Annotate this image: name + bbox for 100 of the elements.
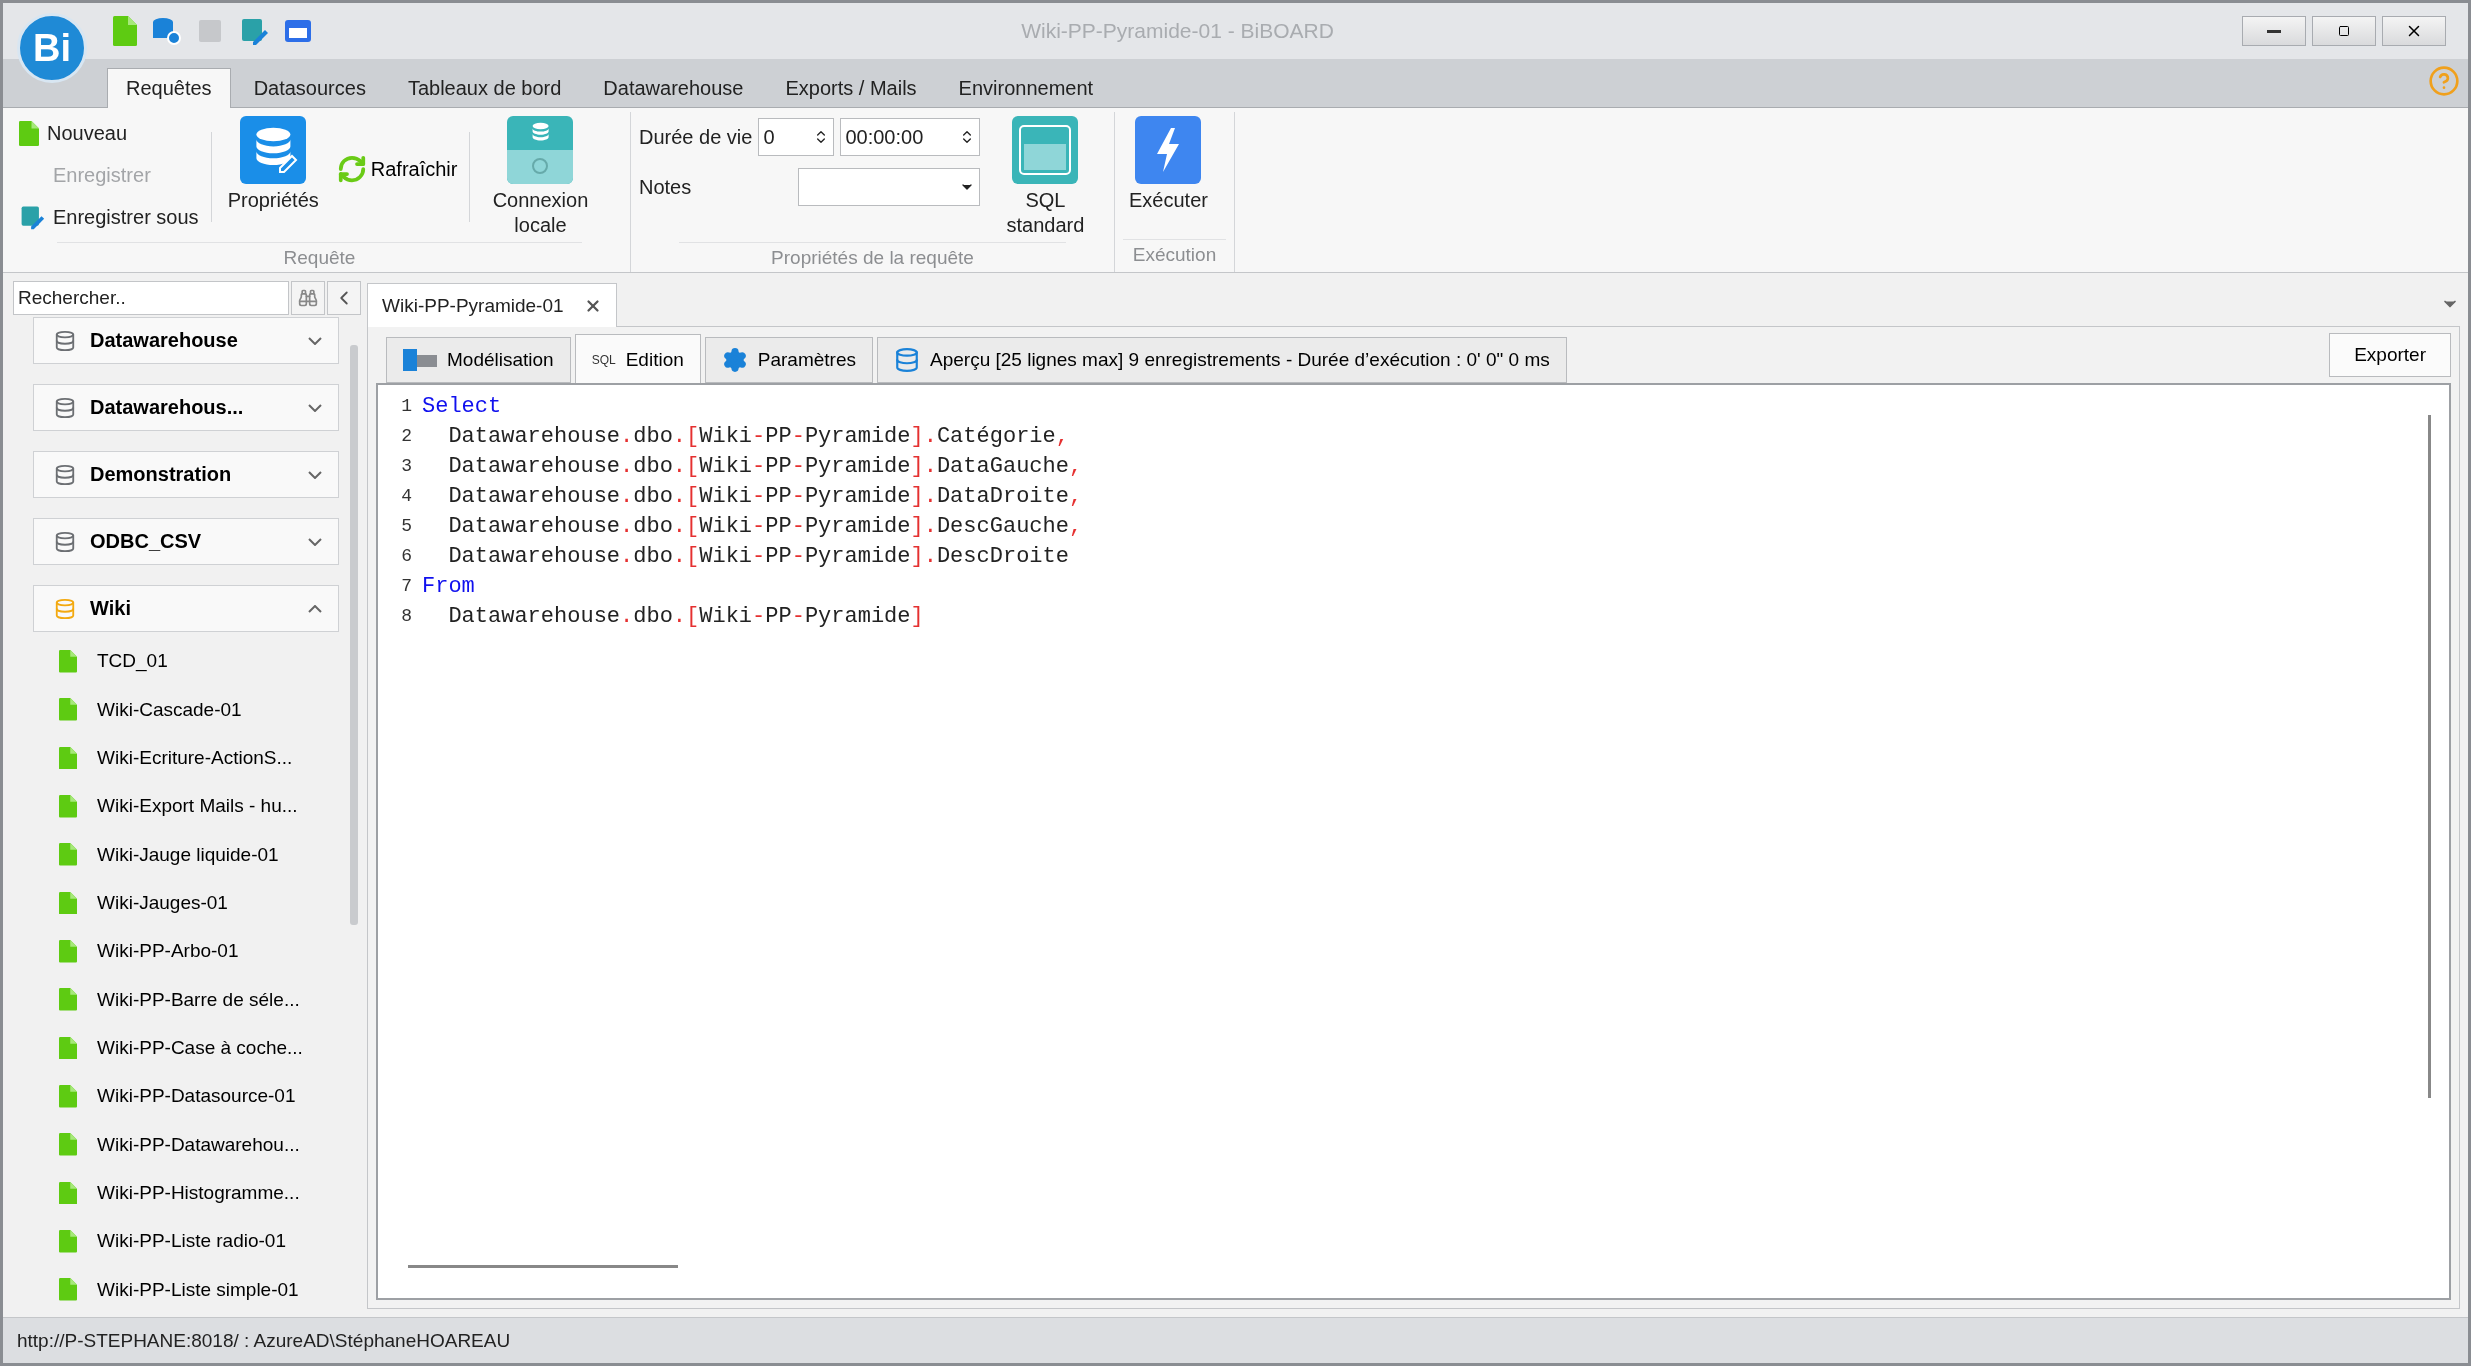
query-item[interactable]: Wiki-PP-Case à coche... <box>33 1028 339 1068</box>
time-spinner[interactable]: 00:00:00 <box>840 118 981 156</box>
group-label: Exécution <box>1123 239 1226 272</box>
code-line: Datawarehouse.dbo.[Wiki-PP-Pyramide].DataGauche, <box>447 453 1083 479</box>
query-item[interactable]: Wiki-Export Mails - hu... <box>33 787 339 826</box>
query-item[interactable]: Wiki-Jauges-01 <box>33 883 339 923</box>
database-icon <box>54 597 76 620</box>
query-item[interactable]: Wiki-PP-Datawarehou... <box>33 1125 339 1164</box>
datasource-group[interactable]: Datawarehouse <box>33 317 339 364</box>
ribbon-tab[interactable]: Environnement <box>939 68 1113 108</box>
ribbon-tab[interactable]: Datasources <box>234 68 385 108</box>
code-line: Datawarehouse.dbo.[Wiki-PP-Pyramide].DescDroite <box>447 543 1069 569</box>
line-number: 8 <box>400 606 413 626</box>
datasource-group[interactable]: ODBC_CSV <box>33 518 339 566</box>
database-add-icon <box>151 16 181 46</box>
connection-button[interactable]: Connexion locale <box>480 112 601 242</box>
line-number: 4 <box>400 486 413 506</box>
server-icon <box>507 116 574 184</box>
scrollbar[interactable] <box>408 1265 678 1268</box>
document-icon <box>59 1085 77 1108</box>
group-label: Propriétés de la requête <box>679 242 1066 275</box>
code-line: Datawarehouse.dbo.[Wiki-PP-Pyramide].Catégorie, <box>447 423 1069 449</box>
lifetime-spinner[interactable]: 0 <box>758 118 835 156</box>
close-button[interactable] <box>2382 16 2446 46</box>
document-icon <box>59 698 77 721</box>
sql-standard-button[interactable]: SQL standard <box>990 112 1101 242</box>
status-text: http://P-STEPHANE:8018/ : AzureAD\StéphaneHOAREAU <box>17 1329 511 1352</box>
scrollbar[interactable] <box>350 345 358 925</box>
ribbon-tab[interactable]: Datawarehouse <box>584 68 763 108</box>
chevron-down-icon <box>308 537 322 546</box>
save-as-icon <box>239 16 269 46</box>
document-icon <box>59 940 77 963</box>
code-line: Datawarehouse.dbo.[Wiki-PP-Pyramide].DataDroite, <box>447 483 1083 509</box>
minimize-icon <box>2267 29 2281 33</box>
code-line: Select <box>422 393 502 419</box>
chevron-down-icon <box>308 336 322 345</box>
line-number: 6 <box>400 546 413 566</box>
datasource-group[interactable]: Demonstration <box>33 451 339 499</box>
line-number: 2 <box>400 426 413 446</box>
scrollbar[interactable] <box>2428 415 2431 1098</box>
execute-button[interactable]: Exécuter <box>1123 112 1214 217</box>
view-tab[interactable]: Modélisation <box>386 337 571 383</box>
database-edit-icon <box>240 116 307 184</box>
query-item[interactable]: Wiki-Cascade-01 <box>33 690 339 729</box>
view-tab[interactable]: Aperçu [25 lignes max] 9 enregistrements - Durée d’exécution : 0' 0" 0 ms <box>877 337 1567 383</box>
view-tab[interactable]: Paramètres <box>704 337 873 383</box>
document-icon <box>59 1230 77 1253</box>
minimize-button[interactable] <box>2242 16 2306 46</box>
query-item[interactable]: Wiki-Ecriture-ActionS... <box>33 738 339 778</box>
chevron-down-icon <box>308 403 322 412</box>
ribbon-button[interactable]: Nouveau <box>17 114 201 152</box>
document-icon <box>59 795 77 818</box>
database-icon <box>54 463 76 486</box>
query-item[interactable]: Wiki-PP-Histogramme... <box>33 1173 339 1213</box>
query-item[interactable]: Wiki-PP-Datasource-01 <box>33 1077 339 1116</box>
maximize-button[interactable] <box>2312 16 2376 46</box>
app-logo[interactable]: Bi <box>17 13 87 83</box>
refresh-icon <box>336 154 367 184</box>
ribbon-tab[interactable]: Exports / Mails <box>766 68 936 108</box>
lightning-icon <box>1135 116 1202 184</box>
ribbon-button[interactable]: Enregistrer sous <box>17 198 201 236</box>
ribbon-tab[interactable]: Requêtes <box>107 68 231 108</box>
code-line: Datawarehouse.dbo.[Wiki-PP-Pyramide].DescGauche, <box>447 513 1083 539</box>
screen-icon <box>1012 116 1079 184</box>
query-item[interactable]: Wiki-PP-Liste simple-01 <box>33 1270 339 1309</box>
help-icon[interactable] <box>2428 65 2460 97</box>
line-number: 3 <box>400 456 413 476</box>
database-icon <box>54 530 76 553</box>
query-item[interactable]: Wiki-PP-Arbo-01 <box>33 932 339 971</box>
line-number: 5 <box>400 516 413 536</box>
line-number: 1 <box>400 396 413 416</box>
search-field[interactable]: Rechercher.. <box>13 281 289 315</box>
datasource-group[interactable]: Wiki <box>33 585 339 633</box>
document-icon <box>59 1036 77 1060</box>
query-item[interactable]: Wiki-PP-Barre de séle... <box>33 980 339 1019</box>
gear-icon <box>721 347 748 373</box>
document-icon <box>59 988 77 1011</box>
find-button[interactable] <box>291 281 325 315</box>
maximize-icon <box>2338 25 2350 37</box>
document-tab[interactable]: Wiki-PP-Pyramide-01 <box>367 283 617 327</box>
refresh-button[interactable]: Rafraîchir <box>334 152 460 186</box>
notes-dropdown[interactable] <box>798 168 981 206</box>
notes-label: Notes <box>639 175 693 199</box>
datasource-group[interactable]: Datawarehous... <box>33 384 339 432</box>
document-icon <box>59 746 77 770</box>
query-item[interactable]: Wiki-PP-Liste radio-01 <box>33 1222 339 1261</box>
ribbon-tab[interactable]: Tableaux de bord <box>388 68 581 108</box>
properties-button[interactable]: Propriétés <box>221 112 325 217</box>
export-button[interactable]: Exporter <box>2329 333 2451 377</box>
group-label: Requête <box>57 242 582 275</box>
document-icon <box>59 843 77 866</box>
document-icon <box>19 120 39 146</box>
document-icon <box>59 1133 77 1156</box>
query-item[interactable]: TCD_01 <box>33 642 339 681</box>
query-item[interactable]: Wiki-Jauge liquide-01 <box>33 835 339 874</box>
document-icon <box>113 16 137 46</box>
database-icon <box>894 347 920 373</box>
code-line: Datawarehouse.dbo.[Wiki-PP-Pyramide] <box>447 603 924 629</box>
collapse-button[interactable] <box>327 281 361 315</box>
view-tab[interactable]: SQL Edition <box>574 334 701 384</box>
